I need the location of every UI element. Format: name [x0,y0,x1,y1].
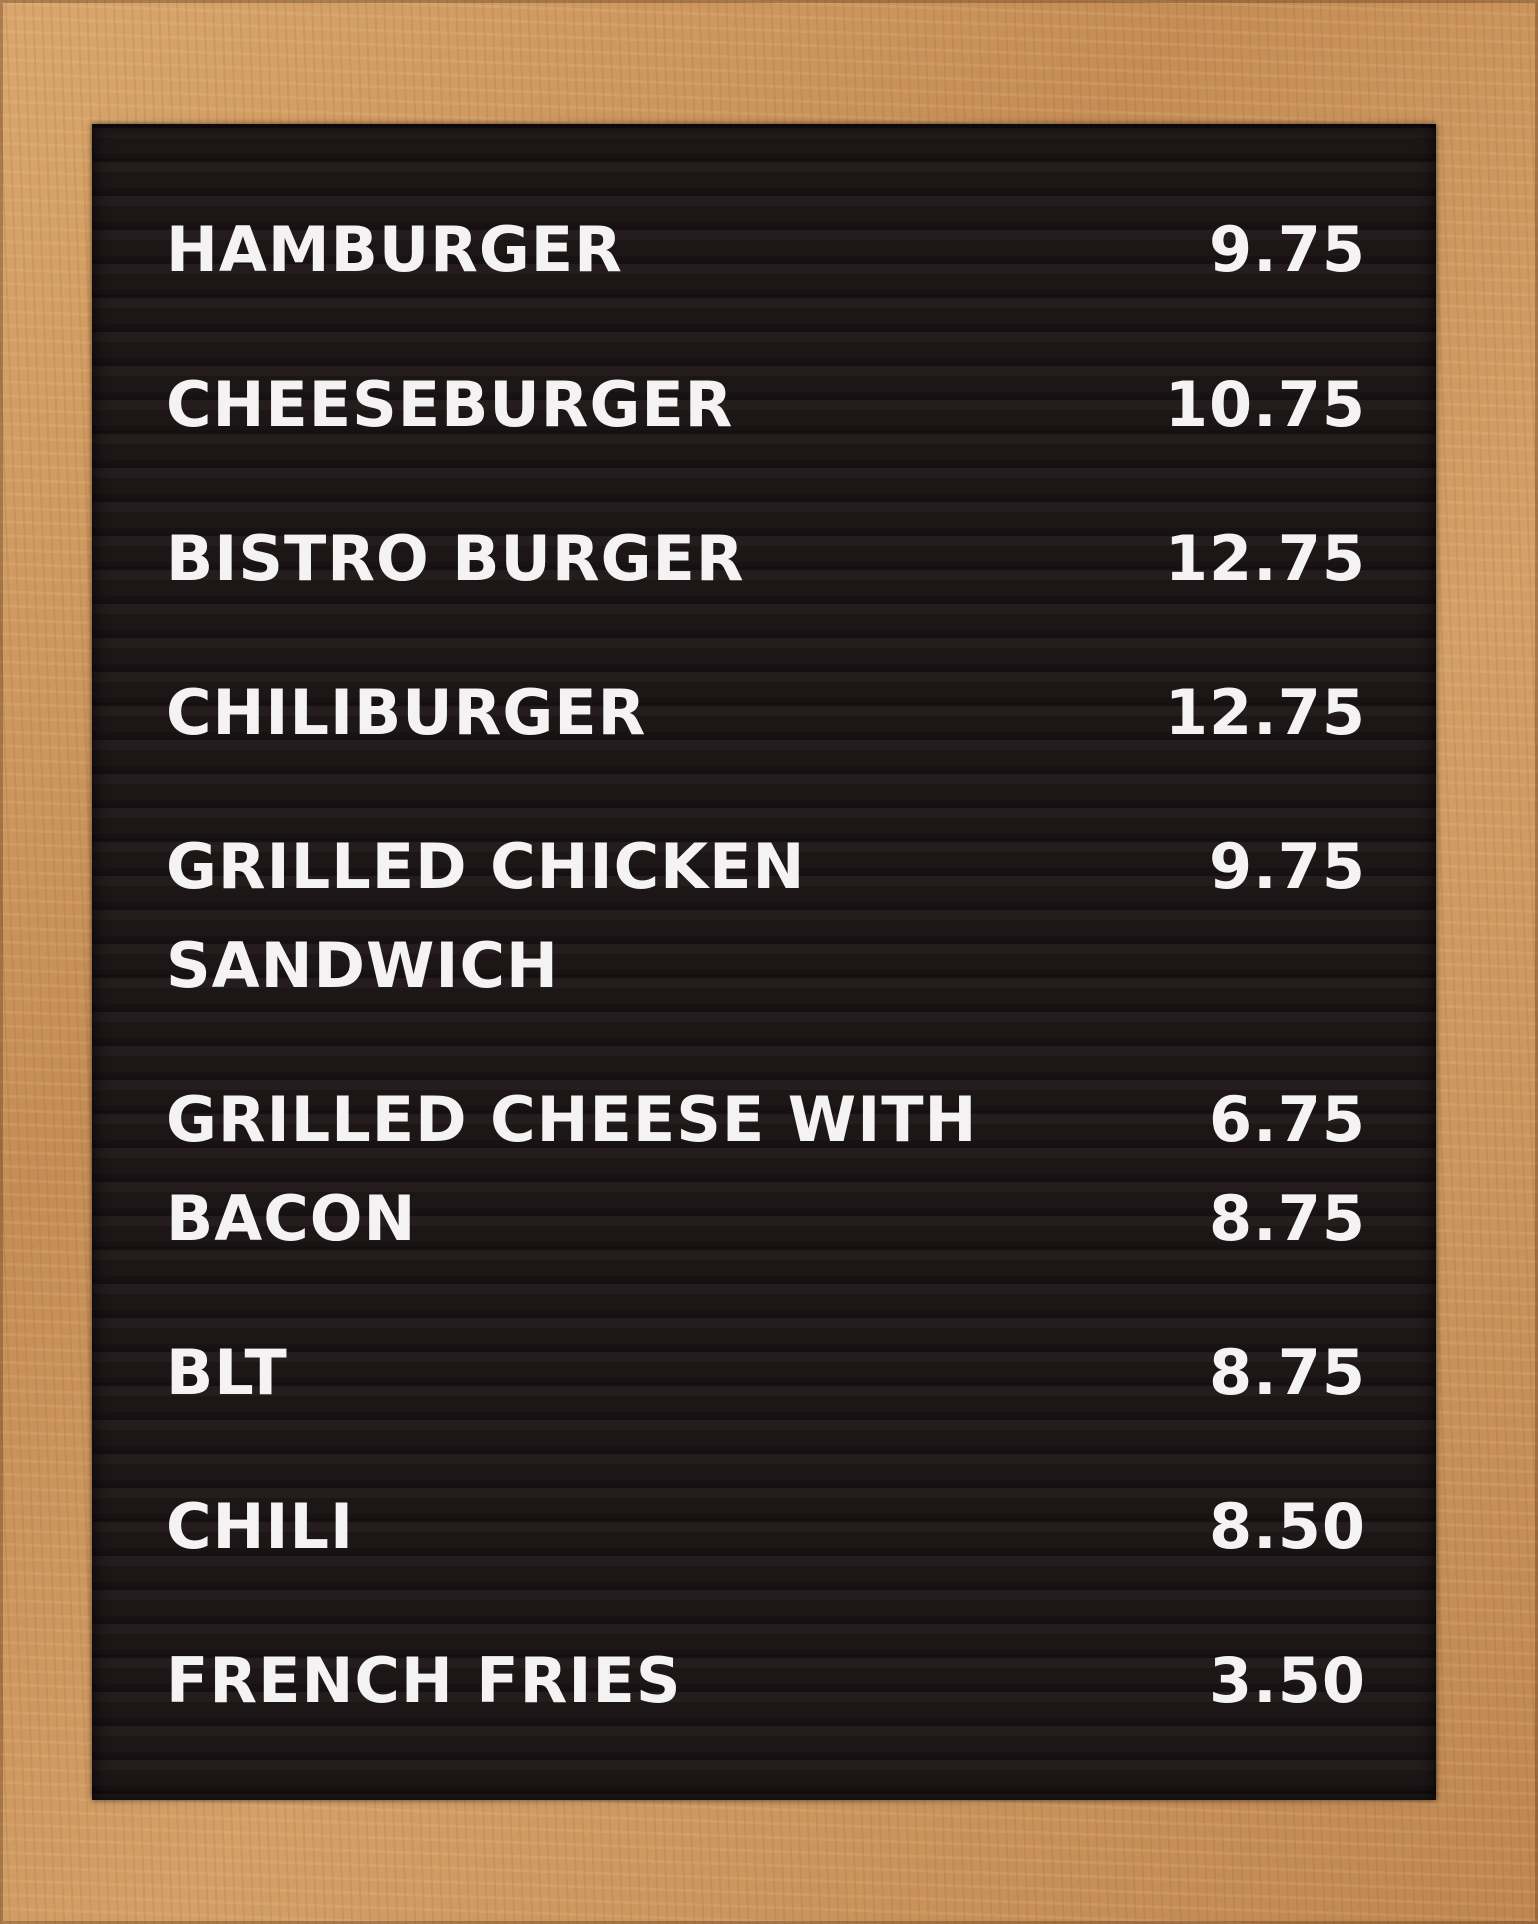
menu-item-price: 3.50 [1209,1644,1366,1717]
menu-item-grilled-chicken-sandwich: GRILLED CHICKEN 9.75 [166,827,1366,907]
menu-item-name: CHILIBURGER [166,676,647,749]
wooden-frame: HAMBURGER 9.75 CHEESEBURGER 10.75 BISTRO… [0,0,1538,1924]
menu-item-blt: BLT 8.75 [166,1333,1366,1413]
menu-item-price: 9.75 [1209,213,1366,286]
menu-item-name: FRENCH FRIES [166,1644,682,1717]
letter-board: HAMBURGER 9.75 CHEESEBURGER 10.75 BISTRO… [92,124,1436,1800]
menu-item-name: BISTRO BURGER [166,522,745,595]
menu-item-grilled-cheese-cont: BACON 8.75 [166,1179,1366,1259]
menu-item-grilled-chicken-sandwich-cont: SANDWICH [166,926,1366,1006]
menu-item-name-line1: GRILLED CHEESE WITH [166,1083,978,1156]
menu-item-name-line1: GRILLED CHICKEN [166,830,806,903]
menu-item-name: CHILI [166,1490,355,1563]
menu-item-grilled-cheese: GRILLED CHEESE WITH 6.75 [166,1080,1366,1160]
menu-item-name: BLT [166,1336,288,1409]
menu-item-french-fries: FRENCH FRIES 3.50 [166,1641,1366,1721]
menu-item-price: 10.75 [1164,368,1366,441]
menu-item-name: HAMBURGER [166,213,623,286]
menu-item-chiliburger: CHILIBURGER 12.75 [166,673,1366,753]
menu-item-price: 12.75 [1164,676,1366,749]
menu-item-cheeseburger: CHEESEBURGER 10.75 [166,365,1366,445]
menu-item-price: 8.75 [1209,1336,1366,1409]
menu-item-price: 8.50 [1209,1490,1366,1563]
menu-item-name-line2: BACON [166,1182,417,1255]
menu-item-price-line2: 8.75 [1209,1182,1366,1255]
menu-item-chili: CHILI 8.50 [166,1487,1366,1567]
menu-item-hamburger: HAMBURGER 9.75 [166,210,1366,290]
menu-item-bistro-burger: BISTRO BURGER 12.75 [166,519,1366,599]
menu-item-price: 12.75 [1164,522,1366,595]
menu-item-price: 9.75 [1209,830,1366,903]
menu-item-name-line2: SANDWICH [166,929,559,1002]
menu-item-name: CHEESEBURGER [166,368,734,441]
menu-item-price: 6.75 [1209,1083,1366,1156]
